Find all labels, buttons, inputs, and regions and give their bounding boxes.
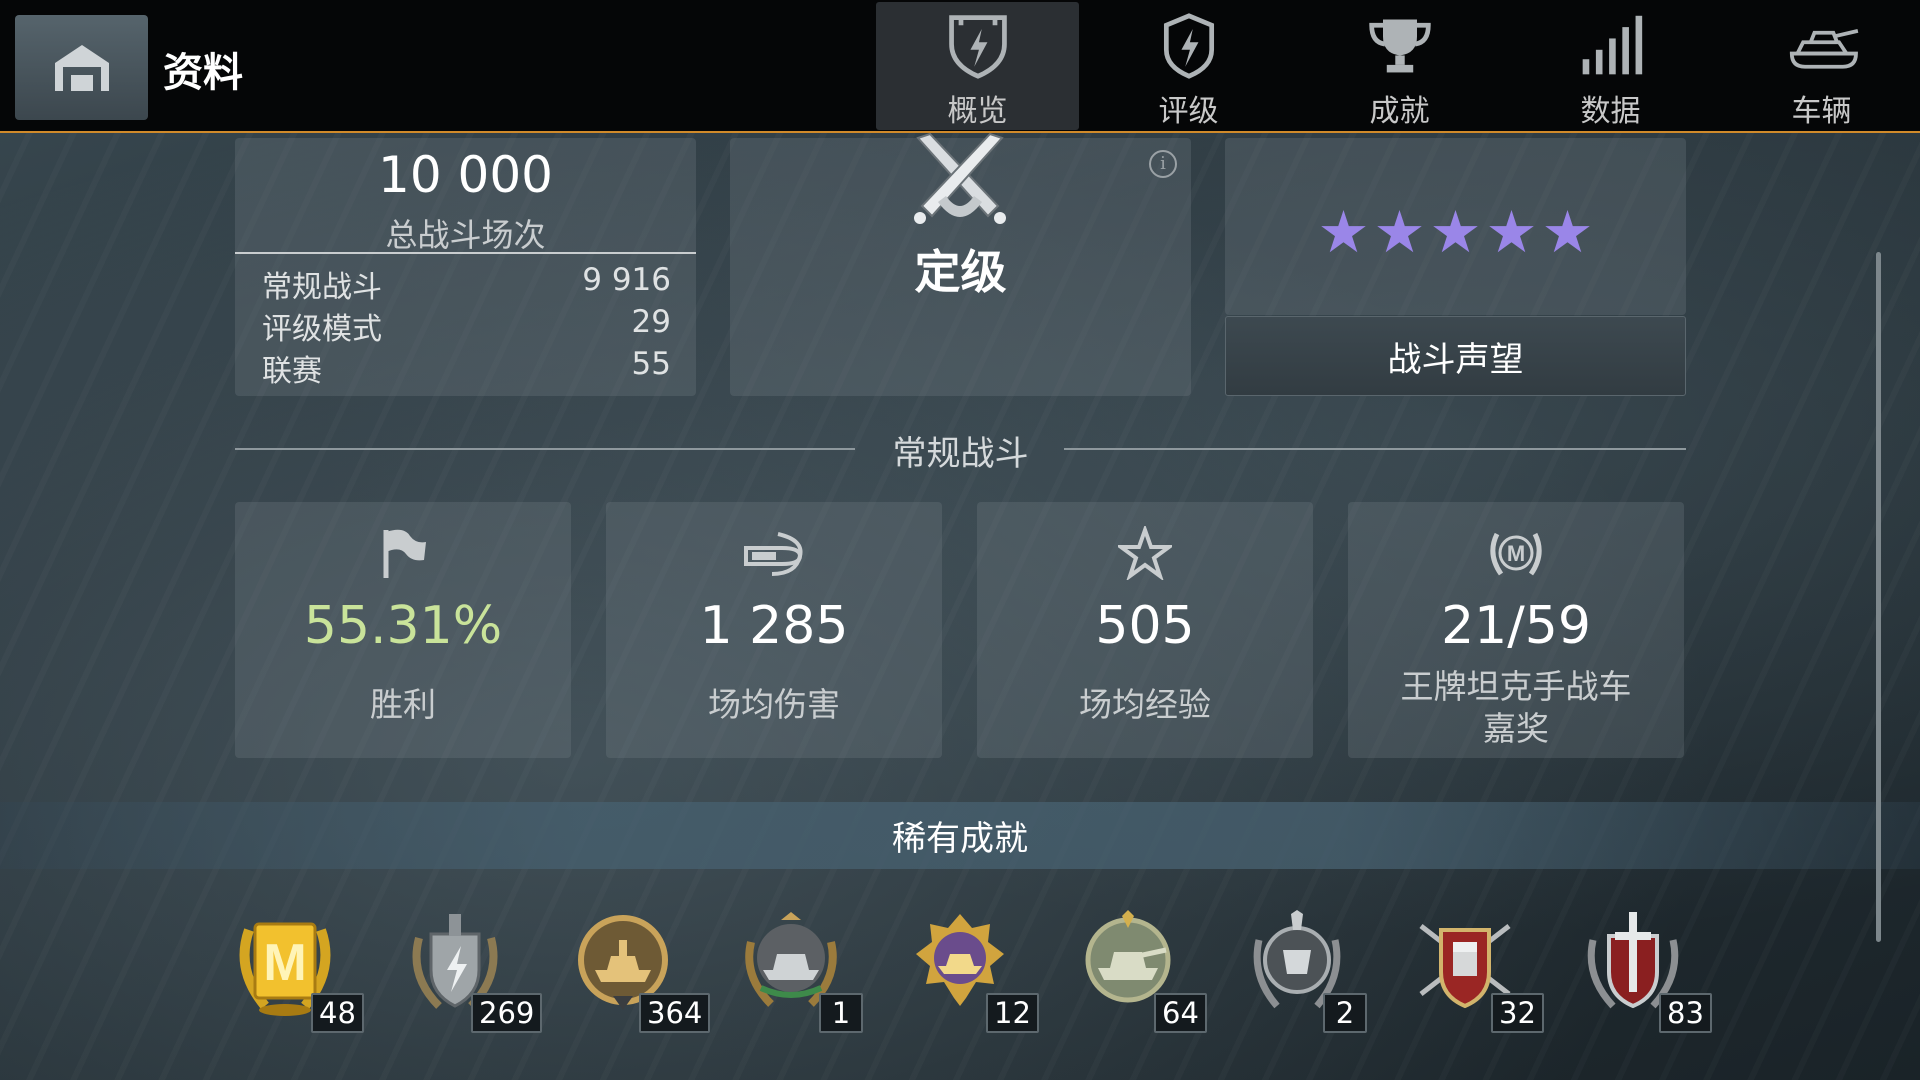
winrate-label: 胜利 [370, 685, 436, 724]
achievement-count: 2 [1323, 993, 1367, 1033]
regular-battles-title: 常规战斗 [892, 434, 1029, 474]
star-icon [1118, 526, 1172, 580]
achievement-item[interactable]: 83 [1573, 900, 1712, 1040]
tab-label: 概览 [947, 94, 1008, 129]
achievement-count: 64 [1154, 993, 1207, 1033]
tab-label: 车辆 [1791, 94, 1852, 129]
battle-type-row: 常规战斗 9 916 [262, 262, 671, 305]
row-value: 55 [631, 346, 671, 382]
reputation-panel: ★ ★ ★ ★ ★ [1225, 138, 1686, 315]
tab-label: 数据 [1580, 94, 1641, 129]
svg-text:M: M [263, 934, 306, 992]
star-icon: ★ [1317, 198, 1370, 266]
star-icon: ★ [1429, 198, 1482, 266]
achievement-count: 364 [639, 993, 711, 1033]
achievement-item[interactable]: M 48 [225, 900, 364, 1040]
mastery-card: M 21/59 王牌坦克手战车 嘉奖 [1348, 502, 1684, 758]
achievement-count: 48 [311, 993, 364, 1033]
row-value: 9 916 [582, 262, 671, 298]
battle-reputation-button[interactable]: 战斗声望 [1225, 316, 1686, 396]
garage-home-button[interactable] [15, 15, 148, 120]
star-icon: ★ [1373, 198, 1426, 266]
achievement-item[interactable]: 32 [1405, 900, 1544, 1040]
tab-label: 评级 [1158, 94, 1219, 129]
shield-icon [948, 15, 1007, 79]
rank-panel[interactable]: i 定级 [730, 132, 1191, 396]
svg-text:M: M [1507, 541, 1525, 566]
battle-type-row: 联赛 55 [262, 346, 671, 389]
avg-damage-card: 1 285 场均伤害 [606, 502, 942, 758]
achievement-count: 269 [471, 993, 543, 1033]
vertical-scrollbar[interactable] [1876, 252, 1881, 942]
tank-icon [1789, 29, 1858, 69]
mastery-label: 王牌坦克手战车 [1400, 667, 1632, 706]
page-title: 资料 [163, 50, 243, 96]
avg-damage-value: 1 285 [699, 596, 849, 656]
achievement-item[interactable]: 1 [731, 900, 863, 1040]
info-icon[interactable]: i [1149, 150, 1177, 178]
crossed-swords-icon [914, 132, 1006, 224]
tab-label: 成就 [1369, 94, 1430, 129]
mastery-value: 21/59 [1441, 596, 1591, 656]
rare-achievements-title: 稀有成就 [0, 802, 1920, 869]
star-icon: ★ [1541, 198, 1594, 266]
winrate-card: 55.31% 胜利 [235, 502, 571, 758]
row-label: 评级模式 [262, 312, 382, 347]
row-label: 联赛 [262, 354, 322, 389]
total-battles-panel: 10 000 总战斗场次 常规战斗 9 916 评级模式 29 联赛 55 [235, 138, 696, 396]
tab-ranked[interactable]: 评级 [1087, 2, 1290, 130]
tab-vehicles[interactable]: 车辆 [1720, 2, 1920, 130]
avg-xp-label: 场均经验 [1079, 685, 1211, 724]
achievement-item[interactable]: 269 [395, 900, 543, 1040]
winrate-value: 55.31% [303, 596, 503, 656]
avg-damage-label: 场均伤害 [708, 685, 840, 724]
rank-label: 定级 [914, 245, 1007, 299]
tab-overview[interactable]: 概览 [876, 2, 1079, 130]
garage-icon [54, 44, 109, 91]
row-label: 常规战斗 [262, 270, 382, 305]
battle-type-row: 评级模式 29 [262, 304, 671, 347]
achievement-count: 83 [1659, 993, 1712, 1033]
achievement-count: 12 [986, 993, 1039, 1033]
ranked-badge-icon [1163, 13, 1214, 79]
achievement-count: 32 [1491, 993, 1544, 1033]
achievement-item[interactable]: 12 [900, 900, 1039, 1040]
row-value: 29 [631, 304, 671, 340]
shell-icon [744, 532, 803, 576]
achievement-count: 1 [819, 993, 863, 1033]
tab-statistics[interactable]: 数据 [1509, 2, 1712, 130]
achievement-item[interactable]: 364 [563, 900, 711, 1040]
reputation-stars: ★ ★ ★ ★ ★ [1225, 203, 1686, 261]
total-battles-value: 10 000 [378, 146, 553, 204]
avg-xp-value: 505 [1095, 596, 1195, 656]
achievement-item[interactable]: 64 [1068, 900, 1207, 1040]
achievement-item[interactable]: 2 [1237, 900, 1367, 1040]
tab-achievements[interactable]: 成就 [1298, 2, 1501, 130]
trophy-icon [1368, 19, 1431, 73]
top-bar: 资料 概览 评级 成就 数据 车辆 [0, 0, 1920, 133]
rare-achievements-list: M 48 269 364 1 12 64 2 32 83 [0, 900, 1920, 1040]
mastery-label-line2: 嘉奖 [1483, 709, 1549, 748]
star-icon: ★ [1485, 198, 1538, 266]
divider [235, 252, 696, 254]
avg-xp-card: 505 场均经验 [977, 502, 1313, 758]
flag-icon [383, 529, 426, 578]
tab-bar: 概览 评级 成就 数据 车辆 [876, 2, 1920, 130]
bar-signal-icon [1582, 15, 1642, 75]
total-battles-label: 总战斗场次 [385, 216, 546, 254]
mastery-badge-icon: M [1490, 532, 1542, 576]
